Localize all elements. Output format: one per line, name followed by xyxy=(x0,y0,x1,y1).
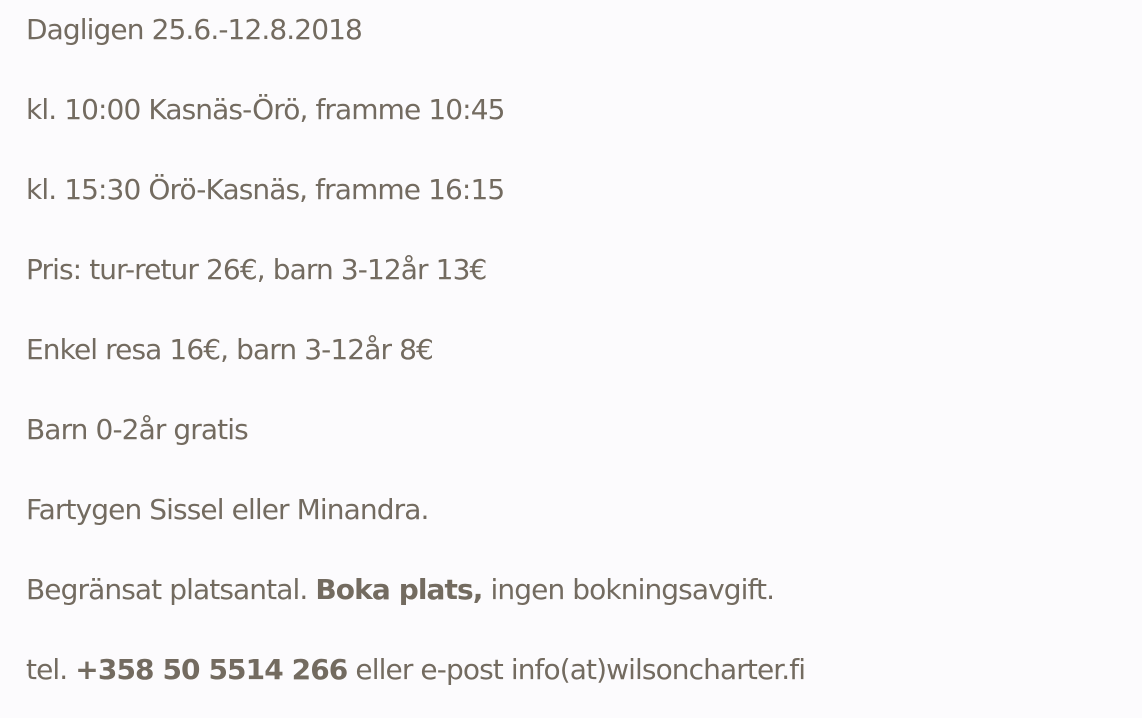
price-single: Enkel resa 16€, barn 3-12år 8€ xyxy=(26,333,434,366)
price-free: Barn 0-2år gratis xyxy=(26,413,249,446)
price-return: Pris: tur-retur 26€, barn 3-12år 13€ xyxy=(26,253,487,286)
departure-back: kl. 15:30 Örö-Kasnäs, framme 16:15 xyxy=(26,173,505,206)
schedule-period: Dagligen 25.6.-12.8.2018 xyxy=(26,13,363,46)
booking-suffix: ingen bokningsavgift. xyxy=(482,573,775,606)
booking-line: Begränsat platsantal. Boka plats, ingen … xyxy=(26,570,775,610)
departure-out: kl. 10:00 Kasnäs-Örö, framme 10:45 xyxy=(26,93,505,126)
contact-line: tel. +358 50 5514 266 eller e-post info(… xyxy=(26,650,806,690)
phone-number[interactable]: +358 50 5514 266 xyxy=(75,653,348,686)
booking-prefix: Begränsat platsantal. xyxy=(26,573,316,606)
vessels: Fartygen Sissel eller Minandra. xyxy=(26,493,429,526)
booking-link[interactable]: Boka plats, xyxy=(315,573,483,606)
tel-prefix: tel. xyxy=(26,653,76,686)
email-text: eller e-post info(at)wilsoncharter.fi xyxy=(347,653,806,686)
